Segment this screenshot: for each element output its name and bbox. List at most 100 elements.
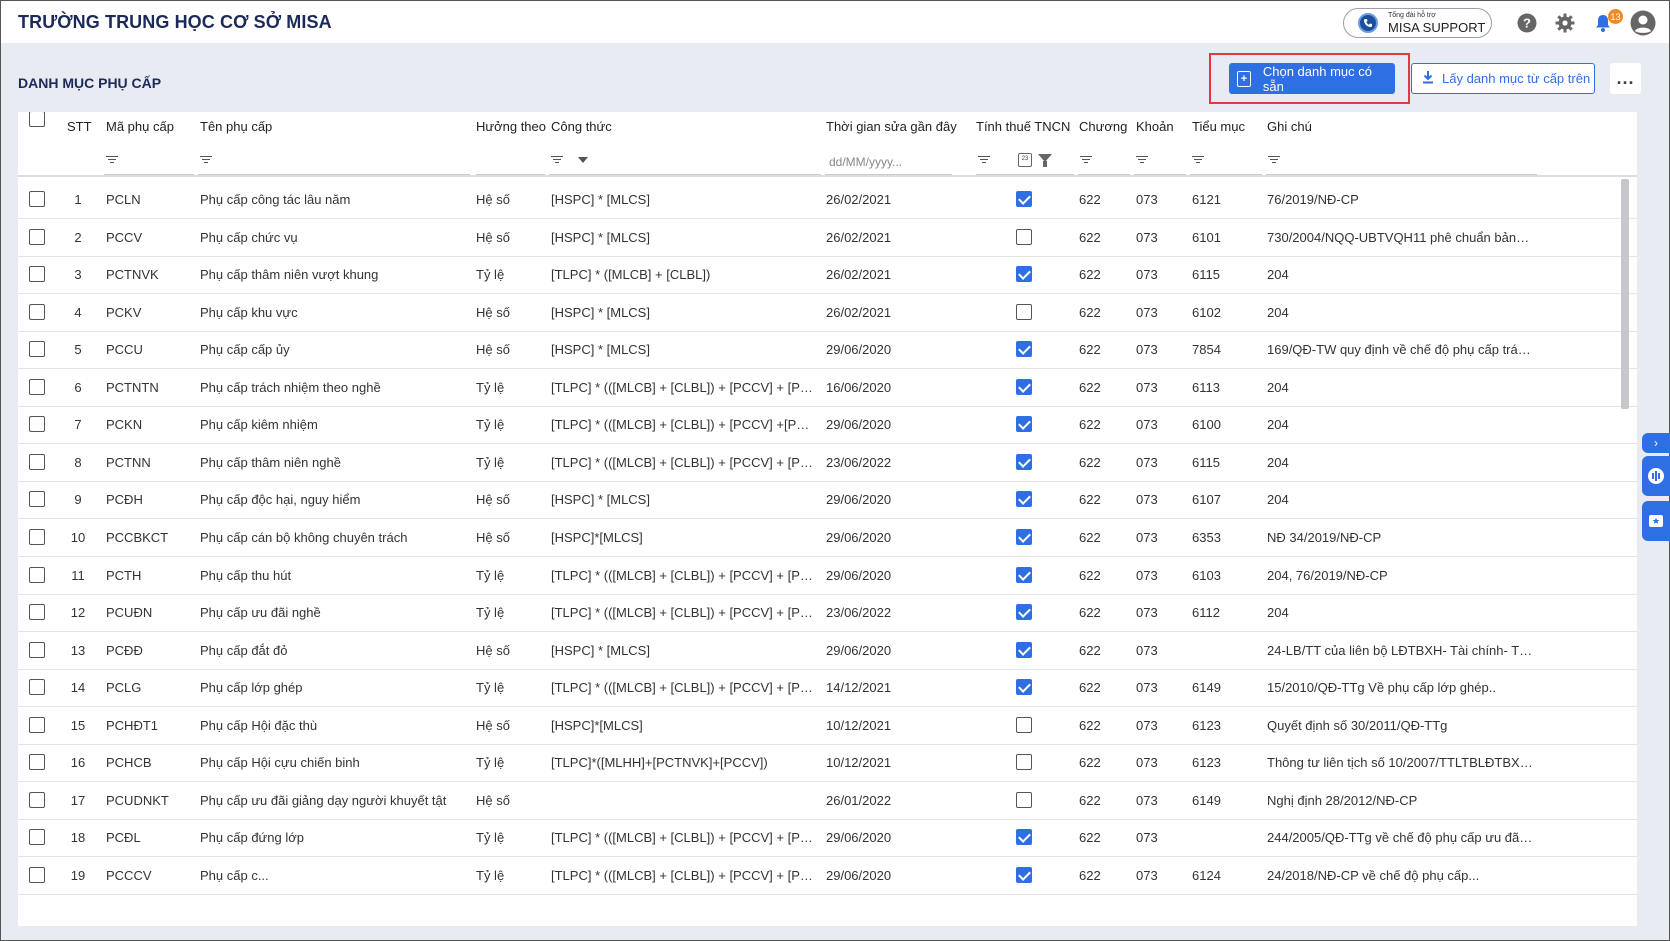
filter-code[interactable]: [104, 151, 194, 175]
cell-basis: Hệ số: [476, 717, 510, 733]
filter-chapter[interactable]: [1078, 151, 1130, 175]
tax-checkbox[interactable]: [1016, 416, 1032, 433]
gear-icon[interactable]: [1554, 12, 1576, 34]
row-select-checkbox[interactable]: [29, 641, 45, 658]
table-row[interactable]: 17 PCUDNKT Phụ cấp ưu đãi giảng dạy người …: [18, 780, 1637, 820]
row-select-checkbox[interactable]: [29, 754, 45, 771]
tax-checkbox[interactable]: [1016, 716, 1032, 733]
col-formula[interactable]: Công thức: [551, 119, 612, 134]
tax-checkbox[interactable]: [1016, 341, 1032, 358]
col-name[interactable]: Tên phụ cấp: [200, 119, 272, 134]
tax-checkbox[interactable]: [1016, 866, 1032, 883]
tax-checkbox[interactable]: [1016, 228, 1032, 245]
tax-checkbox[interactable]: [1016, 303, 1032, 320]
chevron-down-icon[interactable]: [578, 157, 588, 163]
table-row[interactable]: 16 PCHCB Phụ cấp Hội cựu chiến binh Tỷ lệ [T…: [18, 742, 1637, 783]
tax-checkbox[interactable]: [1016, 528, 1032, 545]
col-subitem[interactable]: Tiểu mục: [1192, 119, 1245, 134]
filter-subitem[interactable]: [1190, 151, 1262, 175]
table-row[interactable]: 1 PCLN Phụ cấp công tác lâu năm Hệ số [HSPC]…: [18, 179, 1637, 219]
tax-checkbox[interactable]: [1016, 754, 1032, 771]
table-row[interactable]: 19 PCCCV Phụ cấp c... Tỷ lệ [TLPC] * (([MLCB…: [18, 855, 1637, 895]
row-select-checkbox[interactable]: [29, 491, 45, 508]
star-icon[interactable]: [1642, 501, 1670, 541]
calendar-icon[interactable]: 23: [1018, 153, 1032, 167]
support-caption: Tổng đài hỗ trợ: [1388, 12, 1436, 19]
row-select-checkbox[interactable]: [29, 791, 45, 808]
table-row[interactable]: 5 PCCU Phụ cấp cấp ủy Hệ số [HSPC] * [MLCS] 2…: [18, 329, 1637, 370]
select-all-checkbox[interactable]: [29, 112, 45, 127]
tax-checkbox[interactable]: [1016, 829, 1032, 846]
table-row[interactable]: 18 PCĐL Phụ cấp đứng lớp Tỷ lệ [TLPC] * (([M…: [18, 817, 1637, 858]
tax-checkbox[interactable]: [1016, 679, 1032, 696]
avatar-icon[interactable]: [1630, 10, 1656, 36]
tax-checkbox[interactable]: [1016, 641, 1032, 658]
row-select-checkbox[interactable]: [29, 866, 45, 883]
col-modified[interactable]: Thời gian sửa gần đây: [826, 119, 957, 134]
table-row[interactable]: 13 PCĐĐ Phụ cấp đắt đỏ Hệ số [HSPC] * [MLCS]…: [18, 630, 1637, 670]
row-select-checkbox[interactable]: [29, 679, 45, 696]
filter-section[interactable]: [1134, 151, 1186, 175]
misa-support-button[interactable]: Tổng đài hỗ trợ MISA SUPPORT: [1343, 8, 1492, 38]
filter-date[interactable]: dd/MM/yyyy...: [825, 151, 952, 175]
tax-checkbox[interactable]: [1016, 604, 1032, 621]
row-select-checkbox[interactable]: [29, 266, 45, 283]
fetch-from-parent-button[interactable]: Lấy danh mục từ cấp trên: [1411, 63, 1595, 94]
table-row[interactable]: 7 PCKN Phụ cấp kiêm nhiệm Tỷ lệ [TLPC] * (([…: [18, 404, 1637, 445]
col-tax[interactable]: Tính thuế TNCN: [976, 119, 1070, 134]
table-row[interactable]: 9 PCĐH Phụ cấp độc hại, nguy hiểm Hệ số [HSP…: [18, 479, 1637, 520]
tax-checkbox[interactable]: [1016, 491, 1032, 508]
col-code[interactable]: Mã phụ cấp: [106, 119, 174, 134]
table-row[interactable]: 4 PCKV Phụ cấp khu vực Hệ số [HSPC] * [MLCS]…: [18, 292, 1637, 332]
cell-formula: [TLPC] * (([MLCB] + [CLBL]) + [PCCV] + […: [551, 830, 817, 846]
row-select-checkbox[interactable]: [29, 716, 45, 733]
tax-checkbox[interactable]: [1016, 191, 1032, 207]
cell-modified: 29/06/2020: [826, 830, 892, 846]
tax-checkbox[interactable]: [1016, 378, 1032, 395]
table-row[interactable]: 6 PCTNTN Phụ cấp trách nhiệm theo nghề Tỷ l…: [18, 367, 1637, 407]
filter-formula[interactable]: [549, 151, 821, 175]
row-select-checkbox[interactable]: [29, 191, 45, 207]
cell-note: 730/2004/NQQ-UBTVQH11 phê chuẩn bảng lư.…: [1267, 229, 1534, 245]
tax-checkbox[interactable]: [1016, 453, 1032, 470]
cell-name: Phụ cấp độc hại, nguy hiểm: [200, 492, 361, 508]
table-row[interactable]: 14 PCLG Phụ cấp lớp ghép Tỷ lệ [TLPC] * (([M…: [18, 667, 1637, 708]
col-basis[interactable]: Hưởng theo: [476, 119, 546, 134]
table-row[interactable]: 3 PCTNVK Phụ cấp thâm niên vượt khung Tỷ lệ…: [18, 254, 1637, 295]
col-chapter[interactable]: Chương: [1079, 119, 1127, 134]
filter-note[interactable]: [1266, 151, 1537, 175]
filter-basis-select[interactable]: [476, 151, 545, 175]
table-row[interactable]: 15 PCHĐT1 Phụ cấp Hội đặc thù Hệ số [HSPC]*[…: [18, 705, 1637, 745]
row-select-checkbox[interactable]: [29, 228, 45, 245]
col-note[interactable]: Ghi chú: [1267, 119, 1312, 134]
cell-section: 073: [1136, 342, 1158, 358]
row-select-checkbox[interactable]: [29, 341, 45, 358]
filter-name[interactable]: [198, 151, 470, 175]
tax-checkbox[interactable]: [1016, 566, 1032, 583]
table-row[interactable]: 2 PCCV Phụ cấp chức vụ Hệ số [HSPC] * [MLCS]…: [18, 217, 1637, 257]
row-select-checkbox[interactable]: [29, 604, 45, 621]
table-row[interactable]: 8 PCTNN Phụ cấp thâm niên nghề Tỷ lệ [TLPC] …: [18, 442, 1637, 482]
row-select-checkbox[interactable]: [29, 378, 45, 395]
cell-note: 204: [1267, 417, 1289, 433]
row-select-checkbox[interactable]: [29, 303, 45, 320]
table-row[interactable]: 10 PCCBKCT Phụ cấp cán bộ không chuyên trá…: [18, 517, 1637, 557]
table-row[interactable]: 11 PCTH Phụ cấp thu hút Tỷ lệ [TLPC] * (([ML…: [18, 555, 1637, 595]
row-select-checkbox[interactable]: [29, 829, 45, 846]
cell-section: 073: [1136, 304, 1158, 320]
chevron-right-icon[interactable]: ›: [1642, 433, 1670, 453]
more-options-button[interactable]: ...: [1610, 63, 1641, 94]
row-select-checkbox[interactable]: [29, 528, 45, 545]
cell-name: Phụ cấp chức vụ: [200, 229, 298, 245]
chat-icon[interactable]: [1642, 456, 1670, 496]
table-row[interactable]: 12 PCUĐN Phụ cấp ưu đãi nghề Tỷ lệ [TLPC] * …: [18, 592, 1637, 633]
vertical-scrollbar[interactable]: [1621, 179, 1629, 409]
row-select-checkbox[interactable]: [29, 416, 45, 433]
row-select-checkbox[interactable]: [29, 566, 45, 583]
help-icon[interactable]: ?: [1516, 12, 1538, 34]
tax-checkbox[interactable]: [1016, 266, 1032, 283]
row-select-checkbox[interactable]: [29, 453, 45, 470]
tax-checkbox[interactable]: [1016, 791, 1032, 808]
col-section[interactable]: Khoản: [1136, 119, 1174, 134]
choose-catalog-button[interactable]: + Chọn danh mục có sẵn: [1229, 63, 1395, 94]
